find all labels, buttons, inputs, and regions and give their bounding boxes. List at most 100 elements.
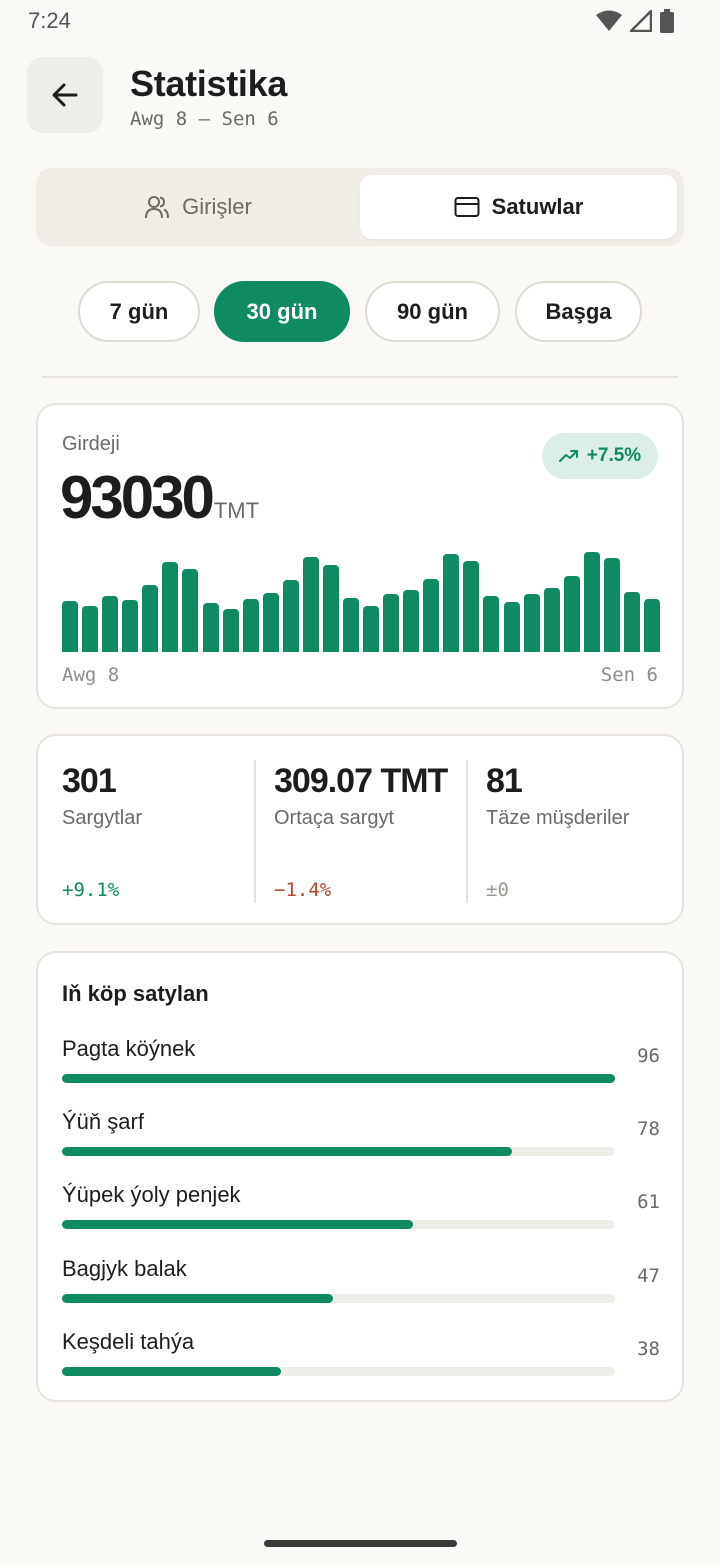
product-name: Pagta köýnek [62,1036,196,1061]
product-progress-fill [62,1074,615,1083]
revenue-value-group: 93030 TMT [60,463,259,532]
stat-value: 309.07 TMT [274,762,448,800]
product-progress-fill [62,1220,414,1229]
chart-bar [623,592,640,652]
stat-divider [254,760,256,903]
chart-bar [463,561,480,652]
stat-divider [466,760,468,903]
product-progress-fill [62,1147,512,1156]
top-products-card: Iň köp satylan Pagta köýnek 96 Ýüň şarf … [36,951,684,1402]
stat-value: 81 [486,762,523,800]
period-custom-chip[interactable]: Başga [515,281,642,342]
revenue-unit: TMT [213,498,260,523]
home-indicator[interactable] [264,1540,457,1547]
chart-bar [503,602,520,652]
trending-up-icon [558,450,578,462]
stat-delta: ±0 [486,879,509,901]
product-row[interactable]: Ýüpek ýoly penjek 61 [62,1182,660,1242]
chart-bar [483,596,500,652]
stat-label: Ortaça sargyt [274,807,395,829]
product-progress-track [62,1147,615,1156]
stats-card: 301 Sargytlar +9.1% 309.07 TMT Ortaça sa… [36,734,684,925]
status-time: 7:24 [28,8,71,33]
period-7-days-chip[interactable]: 7 gün [78,281,200,342]
product-row[interactable]: Bagjyk balak 47 [62,1256,660,1316]
product-progress-track [62,1074,615,1083]
tab-sales[interactable]: Satuwlar [360,175,677,239]
chart-bar [343,598,359,652]
chart-bar [543,588,560,652]
product-count: 61 [637,1191,660,1213]
chart-bar [82,606,99,652]
revenue-label: Girdeji [62,433,120,455]
top-products-title: Iň köp satylan [62,981,209,1006]
battery-icon [660,9,674,33]
chart-bar [142,585,159,652]
stat-delta: +9.1% [62,879,120,901]
chart-bar [102,596,119,652]
chart-bar [403,590,420,652]
product-progress-fill [62,1294,333,1303]
product-row[interactable]: Ýüň şarf 78 [62,1109,660,1169]
revenue-bar-chart [62,540,660,652]
wifi-icon [596,10,622,31]
chart-bar [282,580,299,652]
period-90-days-chip[interactable]: 90 gün [365,281,500,342]
chart-axis-end-label: Sen 6 [600,664,658,686]
growth-value: +7.5% [586,445,642,466]
chart-bar [563,576,580,652]
status-icons [596,9,674,33]
chart-bar [383,594,400,652]
stat-new-customers: 81 Täze müşderiler ±0 [486,736,666,923]
page-title: Statistika [130,63,288,104]
chart-bar [202,603,219,652]
chart-bar [443,554,460,652]
revenue-card: Girdeji 93030 TMT +7.5% Awg 8 Sen 6 [36,403,684,709]
tab-label: Satuwlar [491,194,584,219]
stat-delta: −1.4% [274,879,332,901]
product-count: 47 [637,1265,660,1287]
segmented-tabs: Girişler Satuwlar [36,168,684,246]
arrow-left-icon [52,83,78,107]
stat-label: Täze müşderiler [486,807,630,829]
product-progress-track [62,1220,615,1229]
tab-label: Girişler [182,194,252,219]
product-row[interactable]: Pagta köýnek 96 [62,1036,660,1096]
growth-badge: +7.5% [542,433,658,479]
chart-bar [162,562,179,652]
back-button[interactable] [27,57,103,133]
product-progress-track [62,1294,615,1303]
period-30-days-chip[interactable]: 30 gün [214,281,350,342]
chart-axis-start-label: Awg 8 [62,664,120,686]
revenue-value: 93030 [60,464,215,531]
chart-bar [302,557,319,652]
product-name: Keşdeli tahýa [62,1329,195,1354]
tab-logins[interactable]: Girişler [42,175,354,239]
product-progress-track [62,1367,615,1376]
chart-bar [603,558,620,652]
signal-icon [630,10,652,32]
chart-bar [122,600,139,652]
product-count: 38 [637,1338,660,1360]
chart-bar [423,579,440,652]
chart-bar [644,599,660,652]
chart-bar [222,609,239,652]
stat-label: Sargytlar [62,807,143,829]
product-count: 96 [637,1045,660,1067]
stat-value: 301 [62,762,117,800]
chart-bar [523,594,540,652]
stat-average-order: 309.07 TMT Ortaça sargyt −1.4% [274,736,464,923]
chart-bar [363,606,379,652]
credit-card-icon [454,197,480,217]
users-icon [145,196,170,219]
chart-bar [242,599,259,652]
status-bar: 7:24 [0,0,720,44]
product-row[interactable]: Keşdeli tahýa 38 [62,1329,660,1389]
divider [42,376,678,378]
product-name: Ýüpek ýoly penjek [62,1182,241,1207]
chart-bar [262,593,279,652]
product-name: Bagjyk balak [62,1256,187,1281]
product-progress-fill [62,1367,281,1376]
chart-bar [182,569,199,652]
date-range: Awg 8 – Sen 6 [130,108,279,130]
